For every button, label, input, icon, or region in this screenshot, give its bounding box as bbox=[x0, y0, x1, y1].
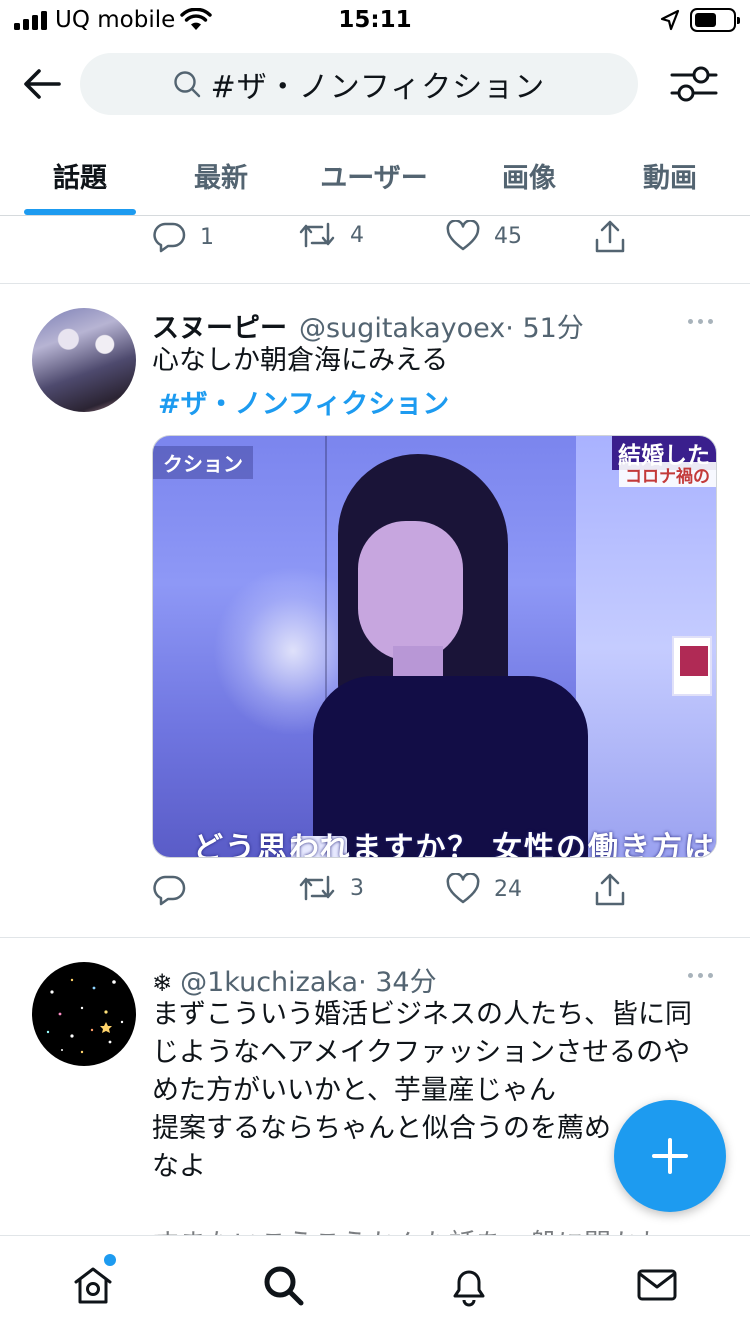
home-notification-dot bbox=[104, 1254, 116, 1266]
display-name[interactable]: スヌーピー bbox=[152, 306, 287, 345]
like-count: 45 bbox=[494, 223, 522, 249]
retweet-icon bbox=[299, 222, 335, 248]
tweet-actions: 3 24 bbox=[0, 873, 750, 913]
sliders-icon bbox=[670, 66, 718, 102]
share-icon bbox=[595, 873, 625, 906]
reply-button[interactable] bbox=[152, 873, 200, 907]
battery-icon bbox=[690, 8, 740, 32]
tab-top[interactable]: 話題 bbox=[24, 156, 136, 195]
home-icon bbox=[74, 1267, 112, 1304]
retweet-icon bbox=[299, 875, 335, 901]
tweet-divider bbox=[0, 937, 750, 938]
status-time: 15:11 bbox=[338, 7, 412, 33]
like-button[interactable]: 45 bbox=[446, 220, 522, 252]
search-icon bbox=[173, 71, 200, 98]
search-icon bbox=[264, 1266, 304, 1306]
user-handle[interactable]: @sugitakayoex bbox=[299, 313, 505, 344]
nav-home[interactable] bbox=[68, 1260, 118, 1310]
search-filter-button[interactable] bbox=[668, 62, 720, 106]
bottom-navigation bbox=[0, 1235, 750, 1334]
reply-count: 1 bbox=[200, 224, 214, 250]
retweet-button[interactable]: 4 bbox=[298, 220, 364, 250]
nav-messages[interactable] bbox=[632, 1260, 682, 1310]
share-button[interactable] bbox=[594, 873, 626, 907]
avatar[interactable] bbox=[32, 308, 136, 412]
tweet-text-continued: すまないこうこうかんた話を一般に聞かれ bbox=[152, 1222, 712, 1236]
retweet-count: 4 bbox=[350, 222, 364, 248]
heart-icon bbox=[446, 220, 480, 251]
share-button[interactable] bbox=[594, 220, 626, 254]
retweet-count: 3 bbox=[350, 875, 364, 901]
tweet-time: · 51分 bbox=[505, 313, 584, 344]
compose-tweet-button[interactable] bbox=[614, 1100, 726, 1212]
ellipsis-icon bbox=[687, 972, 693, 978]
tweet-header: ❄ @1kuchizaka · 34分 bbox=[152, 960, 437, 999]
active-tab-indicator bbox=[24, 209, 136, 215]
speech-bubble-icon bbox=[153, 222, 186, 253]
envelope-icon bbox=[637, 1269, 677, 1301]
tab-users[interactable]: ユーザー bbox=[305, 156, 443, 195]
status-bar: UQ mobile 15:11 bbox=[0, 0, 750, 44]
ellipsis-icon bbox=[687, 318, 693, 324]
search-input[interactable]: #ザ・ノンフィクション bbox=[80, 53, 638, 115]
media-caption-bottom: どう思われますか？ 女性の働き方は bbox=[193, 831, 716, 858]
picture-frame bbox=[672, 636, 712, 696]
avatar[interactable] bbox=[32, 962, 136, 1066]
reply-button[interactable]: 1 bbox=[152, 220, 214, 254]
user-handle[interactable]: @1kuchizaka bbox=[180, 967, 358, 998]
location-arrow-icon bbox=[660, 9, 680, 31]
tweet-header: スヌーピー @sugitakayoex · 51分 bbox=[152, 306, 584, 345]
stars-pattern bbox=[46, 978, 124, 1054]
share-icon bbox=[595, 220, 625, 253]
hashtag-link[interactable]: #ザ・ノンフィクション bbox=[158, 382, 449, 421]
display-name[interactable]: ❄ bbox=[152, 969, 172, 997]
back-button[interactable] bbox=[20, 64, 64, 104]
tweet-divider bbox=[0, 283, 750, 284]
like-count: 24 bbox=[494, 876, 522, 902]
more-options-button[interactable] bbox=[682, 311, 718, 331]
media-caption-top-right-sub: コロナ禍の bbox=[619, 462, 716, 487]
media-caption-top-left: クション bbox=[153, 446, 253, 479]
heart-icon bbox=[446, 873, 480, 904]
speech-bubble-icon bbox=[153, 875, 186, 906]
more-options-button[interactable] bbox=[682, 965, 718, 985]
tweet-time: · 34分 bbox=[358, 967, 437, 998]
tweet-media-image[interactable]: クション 結婚した コロナ禍の どう思われますか？ 女性の働き方は bbox=[152, 435, 717, 858]
retweet-button[interactable]: 3 bbox=[298, 873, 364, 903]
search-query-text: #ザ・ノンフィクション bbox=[210, 70, 546, 105]
tweet-actions: 1 4 45 bbox=[0, 220, 750, 260]
arrow-left-icon bbox=[24, 69, 61, 99]
search-tabs: 話題 最新 ユーザー 画像 動画 bbox=[0, 140, 750, 216]
person-face bbox=[358, 521, 463, 661]
tab-videos[interactable]: 動画 bbox=[620, 156, 720, 195]
plus-icon bbox=[652, 1138, 688, 1174]
nav-notifications[interactable] bbox=[444, 1260, 494, 1310]
tab-images[interactable]: 画像 bbox=[478, 156, 580, 195]
tweet-text: 心なしか朝倉海にみえる bbox=[152, 345, 449, 376]
bell-icon bbox=[453, 1270, 485, 1307]
like-button[interactable]: 24 bbox=[446, 873, 522, 905]
battery-level bbox=[695, 13, 716, 27]
nav-explore[interactable] bbox=[258, 1260, 308, 1310]
tab-latest[interactable]: 最新 bbox=[170, 156, 272, 195]
